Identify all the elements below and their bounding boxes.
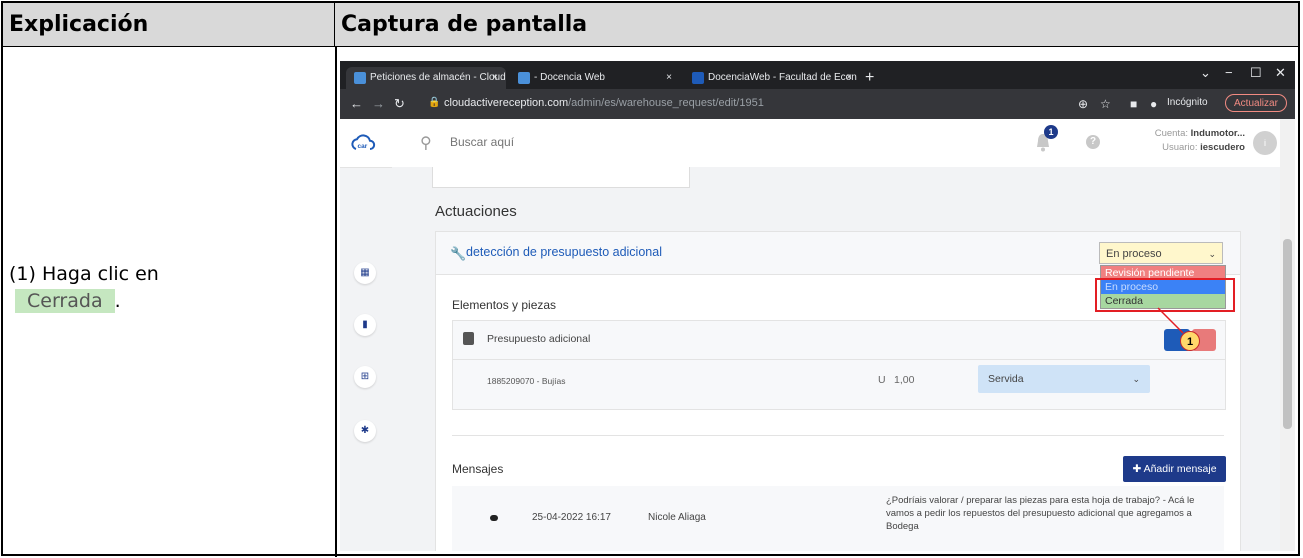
url-path: /admin/es/warehouse_request/edit/1951 (568, 97, 764, 109)
logo-text: car (358, 143, 368, 150)
minimize-icon[interactable]: − (1225, 65, 1233, 80)
tab-peticiones[interactable]: Peticiones de almacén - Cloud A × (346, 67, 506, 105)
column-divider (335, 47, 337, 557)
address-bar[interactable]: 🔒 cloudactivereception.com/admin/es/ware… (422, 93, 1042, 115)
cloud-logo-icon[interactable]: car (350, 131, 376, 155)
incognito-icon: ● (1150, 97, 1158, 111)
header-screenshot: Captura de pantalla (335, 3, 1298, 47)
piece-title: Presupuesto adicional (487, 333, 591, 345)
actuation-card: 🔧 detección de presupuesto adicional En … (435, 231, 1241, 551)
calendar-icon[interactable]: ▦ (354, 262, 376, 284)
account-label: Cuenta: (1154, 128, 1188, 139)
tab-search-icon[interactable]: ⌄ (1200, 65, 1211, 81)
settings-icon[interactable]: ✱ (354, 420, 376, 442)
zoom-icon[interactable]: ⊕ (1078, 97, 1088, 111)
close-window-icon[interactable]: ✕ (1275, 65, 1286, 81)
url-text: cloudactivereception.com/admin/es/wareho… (444, 97, 764, 109)
messages-title: Mensajes (452, 462, 504, 476)
previous-panel (432, 167, 690, 188)
instruction-target-highlight: Cerrada (15, 289, 115, 313)
account-value: Indumotor... (1190, 128, 1245, 139)
page-favicon-icon (692, 72, 704, 84)
tab-label: DocenciaWeb - Facultad de Econ (708, 72, 857, 83)
piece-header: Presupuesto adicional 1 (453, 321, 1225, 360)
status-select[interactable]: En proceso ⌄ (1099, 242, 1223, 264)
chevron-down-icon: ⌄ (1208, 249, 1216, 259)
table-icon[interactable]: ⊞ (354, 366, 376, 388)
message-row: 25-04-2022 16:17 Nicole Aliaga ¿Podríais… (452, 486, 1224, 551)
quantity-value: 1,00 (894, 374, 915, 386)
section-divider (452, 435, 1224, 436)
tab-label: - Docencia Web (534, 72, 605, 83)
account-info[interactable]: Cuenta: Indumotor... Usuario: iescudero (1115, 127, 1245, 155)
new-tab-button[interactable]: + (865, 67, 874, 89)
instruction-suffix: . (114, 290, 121, 312)
status-selected-value: En proceso (1106, 248, 1162, 260)
page-favicon-icon (518, 72, 530, 84)
lock-icon: 🔒 (428, 97, 441, 108)
close-tab-icon[interactable]: × (492, 67, 498, 89)
add-message-label: Añadir mensaje (1143, 463, 1217, 475)
back-icon[interactable]: ← (350, 96, 363, 111)
scrollbar-thumb[interactable] (1283, 239, 1292, 429)
bookmark-star-icon[interactable]: ☆ (1100, 97, 1111, 111)
search-icon: ⚲ (420, 135, 432, 152)
help-icon[interactable]: ? (1086, 135, 1100, 149)
calculator-icon (463, 332, 474, 345)
reload-icon[interactable]: ↻ (394, 96, 405, 112)
maximize-icon[interactable]: ☐ (1250, 65, 1262, 81)
message-author: Nicole Aliaga (648, 512, 706, 523)
main-content: Actuaciones 🔧 detección de presupuesto a… (392, 167, 1280, 551)
piece-card: Presupuesto adicional 1 1885209070 - Buj… (452, 320, 1226, 410)
close-tab-icon[interactable]: × (846, 67, 852, 89)
url-host: cloudactivereception.com (444, 97, 569, 109)
close-tab-icon[interactable]: × (666, 67, 672, 89)
sidepanel-icon[interactable]: ■ (1130, 97, 1137, 111)
header-explanation: Explicación (3, 3, 335, 47)
screenshot: Peticiones de almacén - Cloud A × - Doce… (340, 61, 1295, 551)
cloud-favicon-icon (354, 72, 366, 84)
message-text: ¿Podríais valorar / preparar las piezas … (886, 495, 1195, 532)
incognito-label: Incógnito (1167, 97, 1208, 108)
forward-icon[interactable]: → (372, 96, 385, 111)
notification-badge: 1 (1044, 125, 1058, 139)
user-label: Usuario: (1162, 142, 1198, 153)
unit-label: U (878, 374, 886, 386)
document-icon[interactable]: ▮ (354, 314, 376, 336)
comment-icon (490, 515, 498, 521)
instruction-text: (1) Haga clic en Cerrada. (9, 261, 159, 314)
avatar[interactable]: i (1253, 131, 1277, 155)
actuation-title[interactable]: detección de presupuesto adicional (466, 245, 662, 259)
piece-status-select[interactable]: Servida ⌄ (978, 365, 1150, 393)
piece-status-value: Servida (988, 373, 1024, 385)
update-button[interactable]: Actualizar (1225, 94, 1287, 112)
app-header: car ⚲ 1 ? Cuenta: Indumotor... Usuario: … (340, 119, 1280, 168)
message-date: 25-04-2022 16:17 (532, 512, 611, 523)
piece-row: 1885209070 - Bujías U 1,00 Servida ⌄ (453, 359, 1225, 407)
step-callout: 1 (1180, 331, 1200, 351)
piece-reference: 1885209070 - Bujías (487, 376, 566, 386)
add-message-button[interactable]: ✚ Añadir mensaje (1123, 456, 1226, 482)
sidebar: ▦ ▮ ⊞ ✱ (340, 168, 392, 551)
tab-docenciaweb[interactable]: DocenciaWeb - Facultad de Econ × (684, 67, 860, 89)
items-title: Elementos y piezas (452, 298, 557, 312)
plus-icon: ✚ (1132, 463, 1142, 475)
browser-toolbar: ← → ↻ 🔒 cloudactivereception.com/admin/e… (340, 89, 1295, 119)
user-value: iescudero (1200, 142, 1245, 153)
search-input[interactable] (448, 134, 852, 150)
wrench-icon: 🔧 (450, 246, 467, 261)
browser-tab-bar: Peticiones de almacén - Cloud A × - Doce… (340, 61, 1295, 105)
tab-docencia[interactable]: - Docencia Web × (510, 67, 680, 89)
chevron-down-icon: ⌄ (1132, 374, 1140, 384)
section-title: Actuaciones (435, 203, 517, 220)
instruction-prefix: (1) Haga clic en (9, 263, 159, 285)
